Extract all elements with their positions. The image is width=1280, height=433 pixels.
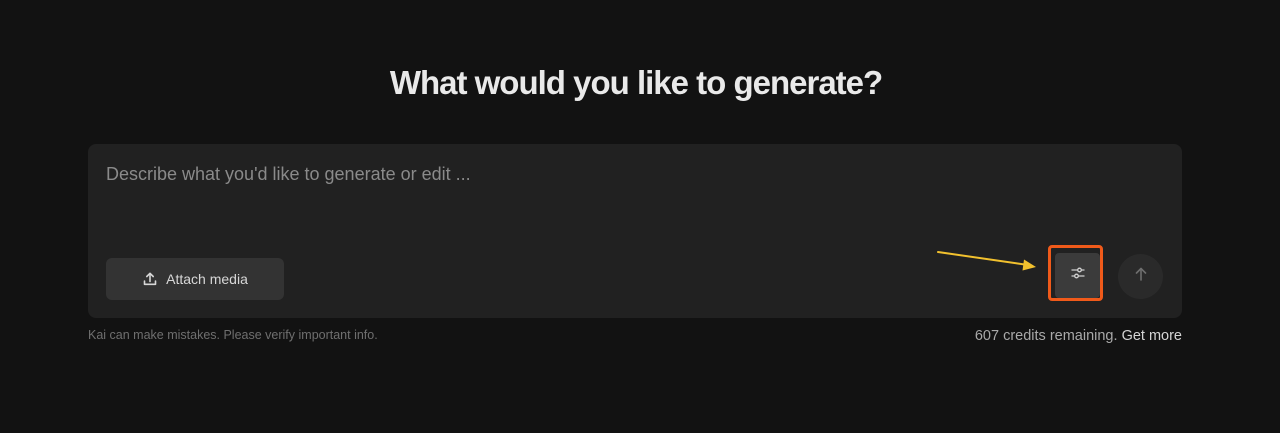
annotation-arrow-icon (937, 251, 1036, 271)
sliders-icon (1069, 264, 1087, 287)
prompt-input[interactable] (106, 162, 1146, 222)
upload-icon (142, 271, 158, 287)
page-title: What would you like to generate? (389, 64, 883, 101)
arrow-up-icon (1132, 265, 1150, 288)
attach-media-label: Attach media (166, 271, 248, 287)
send-button[interactable] (1118, 254, 1163, 299)
disclaimer-text: Kai can make mistakes. Please verify imp… (88, 328, 378, 342)
generation-settings-button[interactable] (1055, 253, 1100, 298)
credits-status: 607 credits remaining. Get more (975, 327, 1182, 345)
attach-media-button[interactable]: Attach media (106, 258, 284, 300)
get-more-link[interactable]: Get more (1122, 328, 1182, 344)
credits-remaining: 607 credits remaining. (974, 328, 1118, 344)
prompt-composer: Attach media (88, 144, 1182, 318)
page: What would you like to generate? Attach … (0, 0, 1280, 433)
